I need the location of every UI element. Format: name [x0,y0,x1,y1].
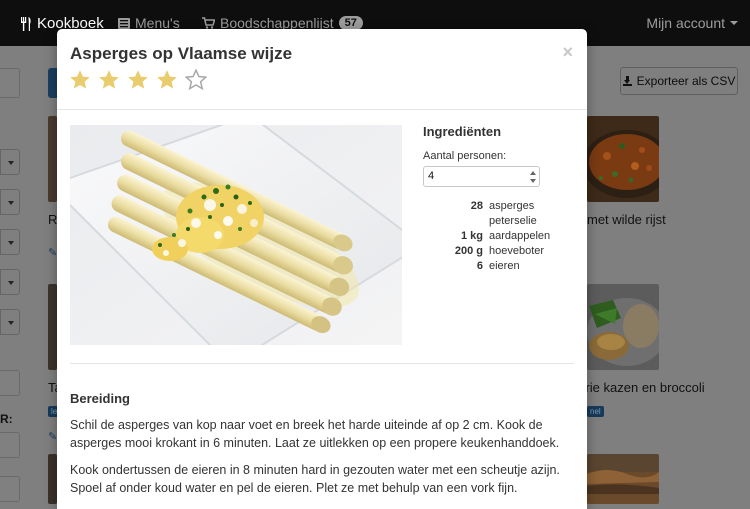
persons-value: 4 [428,170,435,182]
background-search-input [0,68,20,98]
ingredient-quantity: 200 g [454,245,483,257]
background-select [0,149,20,175]
ingredient-quantity: 6 [476,260,483,272]
shopping-cart-icon [202,17,215,29]
recipe-thumbnail [587,116,659,202]
divider [70,363,574,364]
preparation-step: Kook ondertussen de eieren in 8 minuten … [70,463,560,495]
recipe-photo [57,113,424,367]
ingredient-quantity: 1 kg [460,230,483,242]
persons-number-input[interactable]: 4 [423,166,540,187]
background-select [0,229,20,255]
background-input [0,370,20,396]
spinner-arrows-icon[interactable] [530,171,536,183]
background-select [0,309,20,335]
ingredient-name: peterselie [489,215,537,227]
cutlery-icon [21,16,31,31]
background-input [0,476,20,502]
background-select [0,189,20,215]
preparation-step: Schil de asperges van kop naar voet en b… [70,418,560,450]
star-filled-icon[interactable] [127,69,149,91]
star-filled-icon[interactable] [98,69,120,91]
account-dropdown[interactable]: Mijn account [646,15,738,31]
list-icon [118,17,130,29]
ingredient-name: hoeveboter [489,245,545,257]
modal-header: Asperges op Vlaamse wijze × [57,29,587,110]
recipe-title: Asperges op Vlaamse wijze [70,44,293,63]
tag-label: nel [587,406,604,417]
recipe-thumbnail [587,284,659,370]
pencil-icon: ✎ [48,247,58,259]
preparation-heading: Bereiding [70,391,130,406]
recipe-thumbnail [48,116,57,202]
persons-label: Aantal personen: [423,150,507,162]
star-filled-icon[interactable] [156,69,178,91]
star-empty-icon[interactable] [185,69,207,91]
ingredient-quantity [423,214,483,228]
download-icon [622,76,632,86]
recipe-thumbnail [48,454,57,504]
preparation-section: Bereiding Schil de asperges van kop naar… [70,391,575,506]
pencil-icon: ✎ [48,431,58,443]
background-input [0,432,20,458]
recipe-title: R [48,212,58,227]
sidebar-label: R: [0,412,13,426]
chevron-down-icon [730,21,738,25]
ingredients-panel: Ingrediënten Aantal personen: 4 28 asperg… [423,124,583,273]
recipe-thumbnail [587,454,659,504]
export-csv-label: Exporteer als CSV [636,74,736,88]
recipe-title: met wilde rijst [587,212,666,227]
shopping-count-badge: 57 [338,16,363,30]
ingredient-name: aardappelen [489,230,551,242]
account-label: Mijn account [646,15,725,31]
star-rating[interactable] [69,69,207,91]
ingredient-quantity: 28 [470,200,483,212]
ingredients-heading: Ingrediënten [423,124,502,139]
ingredients-list: 28 asperges peterselie 1 kg aardappelen 200 g… [423,199,583,273]
export-csv-button: Exporteer als CSV [620,67,738,95]
ingredient-name: eieren [489,260,520,272]
ingredient-name: asperges [489,200,535,212]
recipe-modal: Asperges op Vlaamse wijze × Ingrediënten… [57,29,587,509]
background-select [0,269,20,295]
recipe-thumbnail [48,284,57,370]
close-icon[interactable]: × [562,42,573,63]
recipe-title: t drie kazen en broccoli [571,380,705,395]
star-filled-icon[interactable] [69,69,91,91]
